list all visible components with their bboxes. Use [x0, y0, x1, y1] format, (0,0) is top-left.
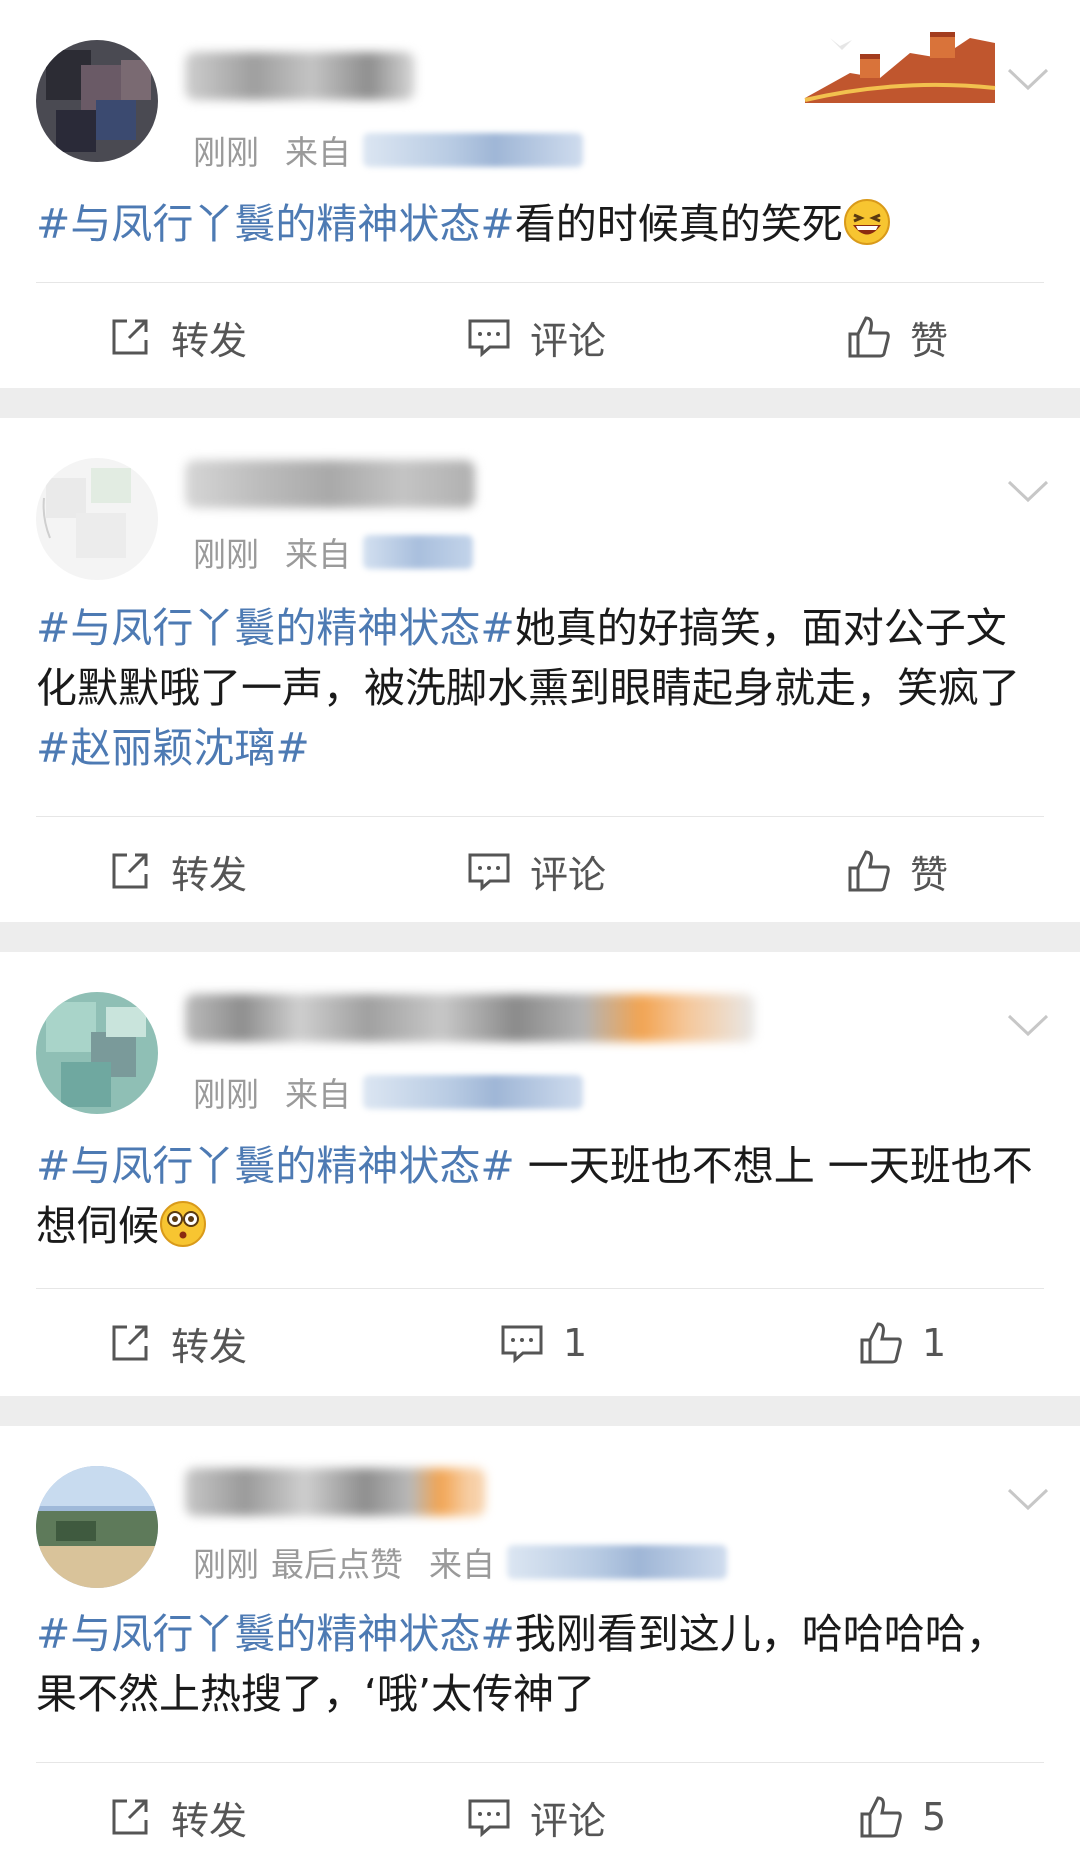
username-redacted[interactable] [185, 1468, 485, 1516]
comment-icon [501, 1325, 543, 1364]
post-text: #与凤行丫鬟的精神状态#她真的好搞笑，面对公子文化默默哦了一声，被洗脚水熏到眼睛… [36, 598, 1046, 778]
repost-icon [112, 1799, 148, 1835]
decorative-great-wall-badge [800, 18, 1000, 108]
repost-label: 转发 [171, 1798, 248, 1843]
topic-link[interactable]: #赵丽颖沈璃# [36, 724, 310, 772]
repost-label: 转发 [171, 852, 248, 897]
avatar[interactable] [36, 40, 158, 162]
divider [36, 816, 1044, 817]
comment-button[interactable]: 评论 [466, 846, 607, 897]
thumbs-up-icon [860, 1796, 902, 1838]
avatar[interactable] [36, 1466, 158, 1588]
post-text: #与凤行丫鬟的精神状态# 一天班也不想上 一天班也不想伺候 [36, 1136, 1046, 1256]
like-button[interactable]: 赞 [846, 312, 949, 363]
source-redacted [363, 133, 583, 167]
post-liked-note: 最后点赞 [271, 1545, 403, 1584]
chevron-down-icon[interactable] [1006, 66, 1050, 92]
divider [36, 1288, 1044, 1289]
flushed-emoji-icon [160, 1201, 206, 1247]
repost-label: 转发 [171, 1324, 248, 1369]
chevron-down-icon[interactable] [1006, 478, 1050, 504]
post-time: 刚刚 [193, 1545, 259, 1584]
weibo-comment-feed: 刚刚 来自 #与凤行丫鬟的精神状态#看的时候真的笑死 转发 评论 赞 刚刚 来自… [0, 0, 1080, 1862]
post-card: 刚刚 最后点赞 来自 #与凤行丫鬟的精神状态#我刚看到这儿，哈哈哈哈，果不然上热… [0, 1426, 1080, 1862]
avatar[interactable] [36, 458, 158, 580]
like-button[interactable]: 赞 [846, 846, 949, 897]
topic-link[interactable]: #与凤行丫鬟的精神状态# [36, 604, 515, 652]
like-button[interactable]: 1 [858, 1318, 946, 1368]
topic-link[interactable]: #与凤行丫鬟的精神状态# [36, 200, 515, 248]
post-card: 刚刚 来自 #与凤行丫鬟的精神状态#她真的好搞笑，面对公子文化默默哦了一声，被洗… [0, 418, 1080, 922]
avatar[interactable] [36, 992, 158, 1114]
repost-button[interactable]: 转发 [107, 312, 248, 363]
chevron-down-icon[interactable] [1006, 1012, 1050, 1038]
post-card: 刚刚 来自 #与凤行丫鬟的精神状态# 一天班也不想上 一天班也不想伺候 转发 1… [0, 952, 1080, 1396]
repost-icon [112, 1325, 148, 1361]
username-redacted[interactable] [185, 460, 475, 508]
thumbs-up-icon [848, 850, 890, 892]
username-redacted[interactable] [185, 994, 755, 1042]
post-meta: 刚刚 来自 [193, 126, 583, 174]
topic-link[interactable]: #与凤行丫鬟的精神状态# [36, 1610, 515, 1658]
post-source-prefix: 来自 [285, 1075, 351, 1114]
post-card: 刚刚 来自 #与凤行丫鬟的精神状态#看的时候真的笑死 转发 评论 赞 [0, 0, 1080, 388]
topic-link[interactable]: #与凤行丫鬟的精神状态# [36, 1142, 515, 1190]
post-body: 看的时候真的笑死 [514, 200, 843, 248]
post-meta: 刚刚 来自 [193, 1068, 583, 1116]
like-count: 赞 [910, 852, 949, 897]
source-redacted [363, 535, 473, 569]
repost-button[interactable]: 转发 [107, 1792, 248, 1843]
post-meta: 刚刚 来自 [193, 528, 473, 576]
repost-icon [112, 319, 148, 355]
comment-count: 1 [563, 1321, 588, 1365]
comment-count: 评论 [530, 852, 607, 897]
comment-button[interactable]: 1 [499, 1318, 587, 1368]
like-button[interactable]: 5 [858, 1792, 946, 1842]
comment-icon [468, 319, 510, 358]
repost-button[interactable]: 转发 [107, 846, 248, 897]
source-redacted [507, 1545, 727, 1579]
post-source-prefix: 来自 [429, 1545, 495, 1584]
post-text: #与凤行丫鬟的精神状态#我刚看到这儿，哈哈哈哈，果不然上热搜了，‘哦’太传神了 [36, 1604, 1046, 1724]
post-meta: 刚刚 最后点赞 来自 [193, 1538, 727, 1586]
like-count: 5 [922, 1795, 947, 1839]
username-redacted[interactable] [185, 52, 415, 100]
comment-count: 评论 [530, 318, 607, 363]
divider [36, 282, 1044, 283]
post-time: 刚刚 [193, 1075, 259, 1114]
repost-label: 转发 [171, 318, 248, 363]
comment-count: 评论 [530, 1798, 607, 1843]
post-source-prefix: 来自 [285, 535, 351, 574]
divider [36, 1762, 1044, 1763]
repost-button[interactable]: 转发 [107, 1318, 248, 1369]
like-count: 赞 [910, 318, 949, 363]
comment-button[interactable]: 评论 [466, 312, 607, 363]
post-time: 刚刚 [193, 535, 259, 574]
post-text: #与凤行丫鬟的精神状态#看的时候真的笑死 [36, 194, 1046, 254]
thumbs-up-icon [860, 1322, 902, 1364]
repost-icon [112, 853, 148, 889]
chevron-down-icon[interactable] [1006, 1486, 1050, 1512]
comment-button[interactable]: 评论 [466, 1792, 607, 1843]
comment-icon [468, 853, 510, 892]
like-count: 1 [922, 1321, 947, 1365]
thumbs-up-icon [848, 316, 890, 358]
laughing-emoji-icon [843, 199, 890, 245]
source-redacted [363, 1075, 583, 1109]
post-time: 刚刚 [193, 133, 259, 172]
comment-icon [468, 1799, 510, 1838]
post-source-prefix: 来自 [285, 133, 351, 172]
